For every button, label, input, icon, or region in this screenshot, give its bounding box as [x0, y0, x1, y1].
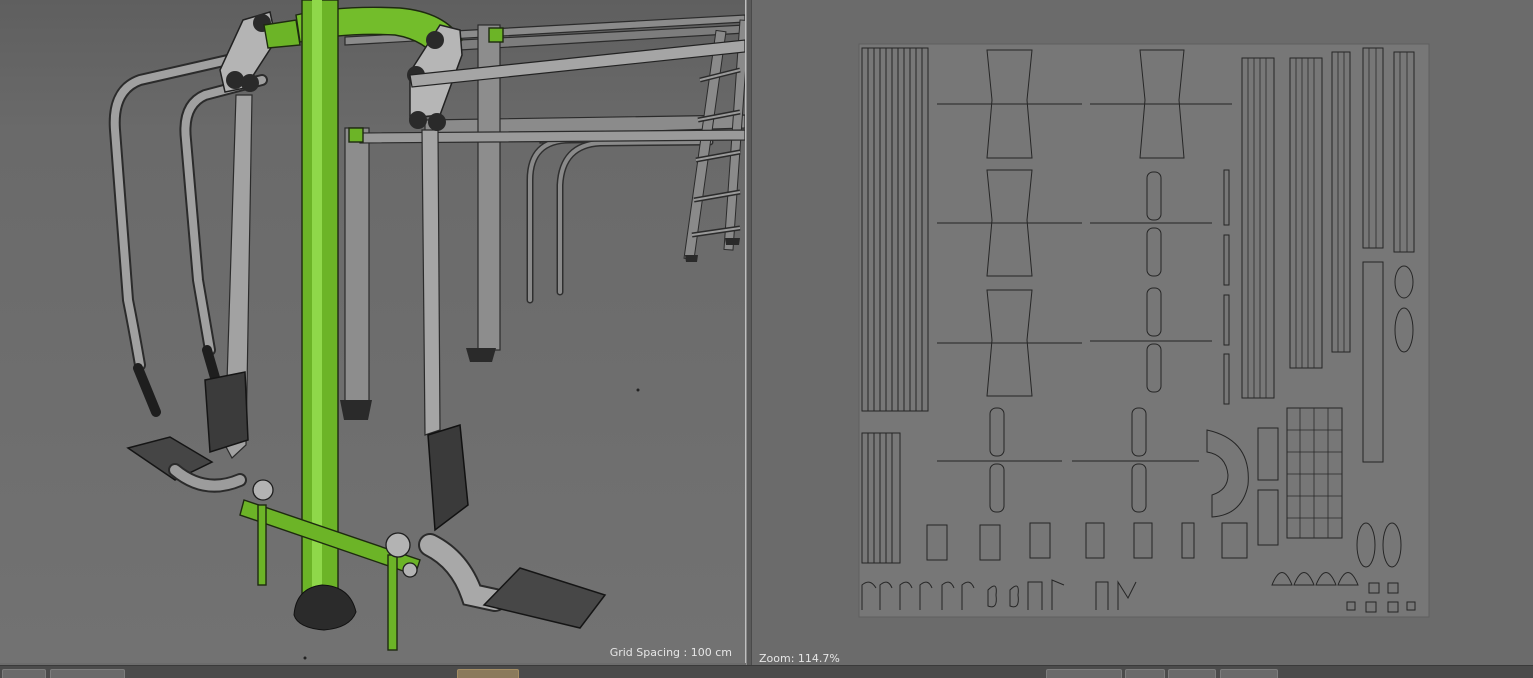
uv-layout-sheet — [858, 43, 1430, 618]
zoom-readout: Zoom: 114.7% — [759, 652, 840, 665]
grid-spacing-label: Grid Spacing : 100 cm — [609, 646, 732, 659]
scene-wireframe — [108, 0, 746, 660]
uv-editor-viewport[interactable]: Zoom: 114.7% — [752, 0, 1533, 665]
perspective-viewport[interactable]: Grid Spacing : 100 cm — [0, 0, 746, 663]
bottom-tab-strip — [0, 665, 1533, 678]
